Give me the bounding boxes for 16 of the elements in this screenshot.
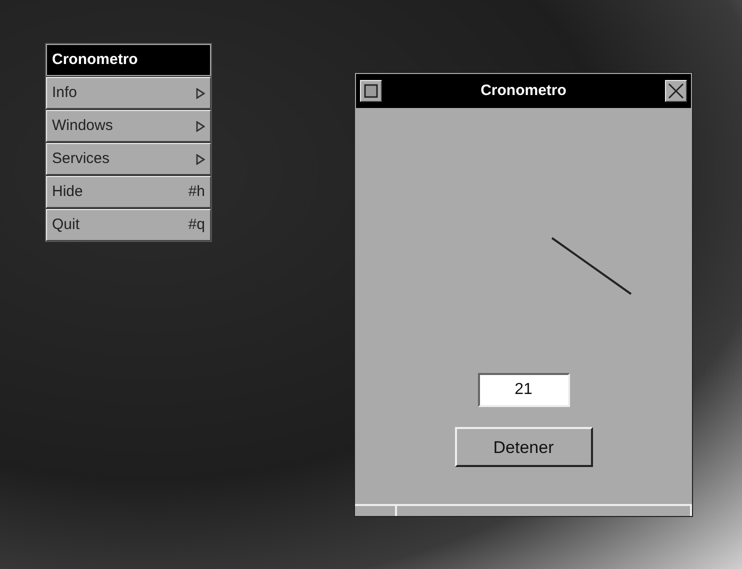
stop-button[interactable]: Detener <box>454 427 592 467</box>
counter-field[interactable]: 21 <box>478 373 570 407</box>
submenu-arrow-icon <box>196 88 205 98</box>
submenu-arrow-icon <box>196 154 205 164</box>
menu-item[interactable]: Windows <box>46 110 211 142</box>
minimize-button[interactable] <box>360 80 382 102</box>
shortcut-label: #h <box>188 182 205 202</box>
menu-item[interactable]: Hide #h <box>46 176 211 208</box>
shortcut-label: #q <box>188 214 205 235</box>
window-title: Cronometro <box>480 80 566 101</box>
menu-item[interactable]: Info <box>46 77 211 109</box>
menu-item[interactable]: Services <box>46 143 211 175</box>
close-button[interactable] <box>665 80 687 102</box>
menu-item[interactable]: Quit #q <box>46 209 211 241</box>
submenu-arrow-icon <box>196 120 205 132</box>
menu-title: Cronometro <box>46 44 211 76</box>
